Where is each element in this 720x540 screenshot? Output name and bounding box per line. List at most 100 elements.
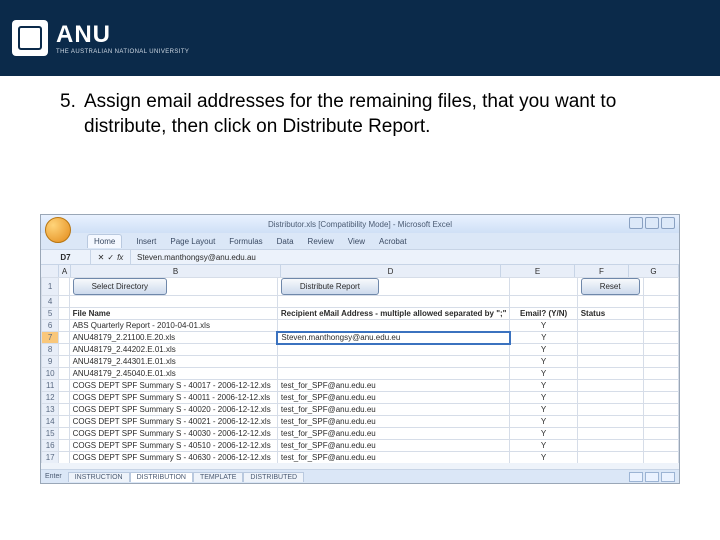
formula-value[interactable]: Steven.manthongsy@anu.edu.au xyxy=(131,250,679,264)
cell-file-name[interactable]: COGS DEPT SPF Summary S - 40510 - 2006-1… xyxy=(69,440,277,452)
cell-status[interactable] xyxy=(577,356,643,368)
cell-status[interactable] xyxy=(577,452,643,464)
anu-full: THE AUSTRALIAN NATIONAL UNIVERSITY xyxy=(56,49,189,55)
cell-status[interactable] xyxy=(577,368,643,380)
col-a[interactable]: A xyxy=(59,265,71,277)
page-layout-view-icon[interactable] xyxy=(645,472,659,482)
reset-button[interactable]: Reset xyxy=(581,278,640,295)
cell-recipient[interactable] xyxy=(277,368,510,380)
tab-formulas[interactable]: Formulas xyxy=(229,237,262,246)
cell-file-name[interactable]: COGS DEPT SPF Summary S - 40020 - 2006-1… xyxy=(69,404,277,416)
cell-status[interactable] xyxy=(577,392,643,404)
cell-recipient[interactable]: test_for_SPF@anu.edu.eu xyxy=(277,428,510,440)
cancel-icon[interactable]: ✕ xyxy=(98,253,105,262)
cell-status[interactable] xyxy=(577,332,643,344)
fx-icon[interactable]: fx xyxy=(117,253,123,262)
sheet-tabs[interactable]: INSTRUCTIONDISTRIBUTIONTEMPLATEDISTRIBUT… xyxy=(68,472,304,482)
col-b[interactable]: B xyxy=(71,265,281,277)
name-box[interactable]: D7 xyxy=(41,250,91,264)
cell-recipient[interactable]: test_for_SPF@anu.edu.eu xyxy=(277,392,510,404)
page-break-view-icon[interactable] xyxy=(661,472,675,482)
tab-view[interactable]: View xyxy=(348,237,365,246)
cell-recipient[interactable]: test_for_SPF@anu.edu.eu xyxy=(277,380,510,392)
cell-status[interactable] xyxy=(577,404,643,416)
tab-insert[interactable]: Insert xyxy=(136,237,156,246)
cell-status[interactable] xyxy=(577,428,643,440)
cell-file-name[interactable]: ANU48179_2.45040.E.01.xls xyxy=(69,368,277,380)
cell-file-name[interactable]: ANU48179_2.21100.E.20.xls xyxy=(69,332,277,344)
cell-file-name[interactable]: COGS DEPT SPF Summary S - 40030 - 2006-1… xyxy=(69,428,277,440)
cell-email-yn[interactable]: Y xyxy=(510,416,577,428)
anu-abbr: ANU xyxy=(56,21,189,49)
slide-header: ANU THE AUSTRALIAN NATIONAL UNIVERSITY xyxy=(0,0,720,76)
cell-file-name[interactable]: ANU48179_2.44202.E.01.xls xyxy=(69,344,277,356)
sheet-tab-instruction[interactable]: INSTRUCTION xyxy=(68,472,130,482)
tab-data[interactable]: Data xyxy=(277,237,294,246)
status-mode: Enter xyxy=(45,473,62,480)
cell-recipient[interactable]: Steven.manthongsy@anu.edu.eu xyxy=(277,332,510,344)
normal-view-icon[interactable] xyxy=(629,472,643,482)
cell-status[interactable] xyxy=(577,440,643,452)
col-e[interactable]: E xyxy=(501,265,575,277)
cell-email-yn[interactable]: Y xyxy=(510,368,577,380)
cell-reset[interactable]: Reset xyxy=(577,278,643,296)
cell-distribute[interactable]: Distribute Report xyxy=(277,278,510,296)
cell-select-dir[interactable]: Select Directory xyxy=(69,278,277,296)
sheet-tab-distributed[interactable]: DISTRIBUTED xyxy=(243,472,304,482)
cell-file-name[interactable]: COGS DEPT SPF Summary S - 40630 - 2006-1… xyxy=(69,452,277,464)
col-f[interactable]: F xyxy=(575,265,629,277)
cell-recipient[interactable] xyxy=(277,320,510,332)
cell-file-name[interactable]: ABS Quarterly Report - 2010-04-01.xls xyxy=(69,320,277,332)
minimize-icon[interactable] xyxy=(629,217,643,229)
column-headers: A B D E F G xyxy=(41,265,679,277)
view-controls[interactable] xyxy=(629,472,675,482)
cell-file-name[interactable]: ANU48179_2.44301.E.01.xls xyxy=(69,356,277,368)
distribute-report-button[interactable]: Distribute Report xyxy=(281,278,379,295)
cell-email-yn[interactable]: Y xyxy=(510,320,577,332)
tab-review[interactable]: Review xyxy=(308,237,334,246)
cell-email-yn[interactable]: Y xyxy=(510,440,577,452)
cell-email-yn[interactable]: Y xyxy=(510,404,577,416)
cell-email-yn[interactable]: Y xyxy=(510,356,577,368)
cell-recipient[interactable]: test_for_SPF@anu.edu.eu xyxy=(277,440,510,452)
close-icon[interactable] xyxy=(661,217,675,229)
cell-status[interactable] xyxy=(577,344,643,356)
select-directory-button[interactable]: Select Directory xyxy=(73,278,167,295)
ribbon-tabs[interactable]: Home Insert Page Layout Formulas Data Re… xyxy=(41,233,679,249)
cell-email-yn[interactable]: Y xyxy=(510,392,577,404)
cell-recipient[interactable] xyxy=(277,356,510,368)
cell-email-yn[interactable]: Y xyxy=(510,428,577,440)
maximize-icon[interactable] xyxy=(645,217,659,229)
tab-home[interactable]: Home xyxy=(87,234,122,248)
step-text: Assign email addresses for the remaining… xyxy=(84,90,680,139)
cell-recipient[interactable]: test_for_SPF@anu.edu.eu xyxy=(277,404,510,416)
col-g[interactable]: G xyxy=(629,265,679,277)
cell-status[interactable] xyxy=(577,380,643,392)
header-recipient: Recipient eMail Address - multiple allow… xyxy=(277,308,510,320)
cell-email-yn[interactable]: Y xyxy=(510,452,577,464)
cell-file-name[interactable]: COGS DEPT SPF Summary S - 40021 - 2006-1… xyxy=(69,416,277,428)
header-file-name: File Name xyxy=(69,308,277,320)
cell-file-name[interactable]: COGS DEPT SPF Summary S - 40011 - 2006-1… xyxy=(69,392,277,404)
cell-status[interactable] xyxy=(577,320,643,332)
sheet-tab-distribution[interactable]: DISTRIBUTION xyxy=(130,472,193,482)
anu-logo: ANU THE AUSTRALIAN NATIONAL UNIVERSITY xyxy=(12,20,189,56)
cell-email-yn[interactable]: Y xyxy=(510,332,577,344)
cell-email-yn[interactable]: Y xyxy=(510,344,577,356)
cell-recipient[interactable] xyxy=(277,344,510,356)
formula-buttons[interactable]: ✕ ✓ fx xyxy=(91,250,131,264)
sheet-tab-template[interactable]: TEMPLATE xyxy=(193,472,243,482)
cell-file-name[interactable]: COGS DEPT SPF Summary S - 40017 - 2006-1… xyxy=(69,380,277,392)
col-d[interactable]: D xyxy=(281,265,501,277)
cell-recipient[interactable]: test_for_SPF@anu.edu.eu xyxy=(277,416,510,428)
window-titlebar: Distributor.xls [Compatibility Mode] - M… xyxy=(41,215,679,233)
enter-icon[interactable]: ✓ xyxy=(107,253,114,262)
spreadsheet-grid[interactable]: 1Select DirectoryDistribute ReportReset4… xyxy=(41,277,679,463)
tab-page-layout[interactable]: Page Layout xyxy=(170,237,215,246)
cell-email-yn[interactable]: Y xyxy=(510,380,577,392)
cell-recipient[interactable]: test_for_SPF@anu.edu.eu xyxy=(277,452,510,464)
tab-acrobat[interactable]: Acrobat xyxy=(379,237,407,246)
cell-status[interactable] xyxy=(577,416,643,428)
excel-window: Distributor.xls [Compatibility Mode] - M… xyxy=(40,214,680,484)
office-button-icon[interactable] xyxy=(45,217,71,243)
